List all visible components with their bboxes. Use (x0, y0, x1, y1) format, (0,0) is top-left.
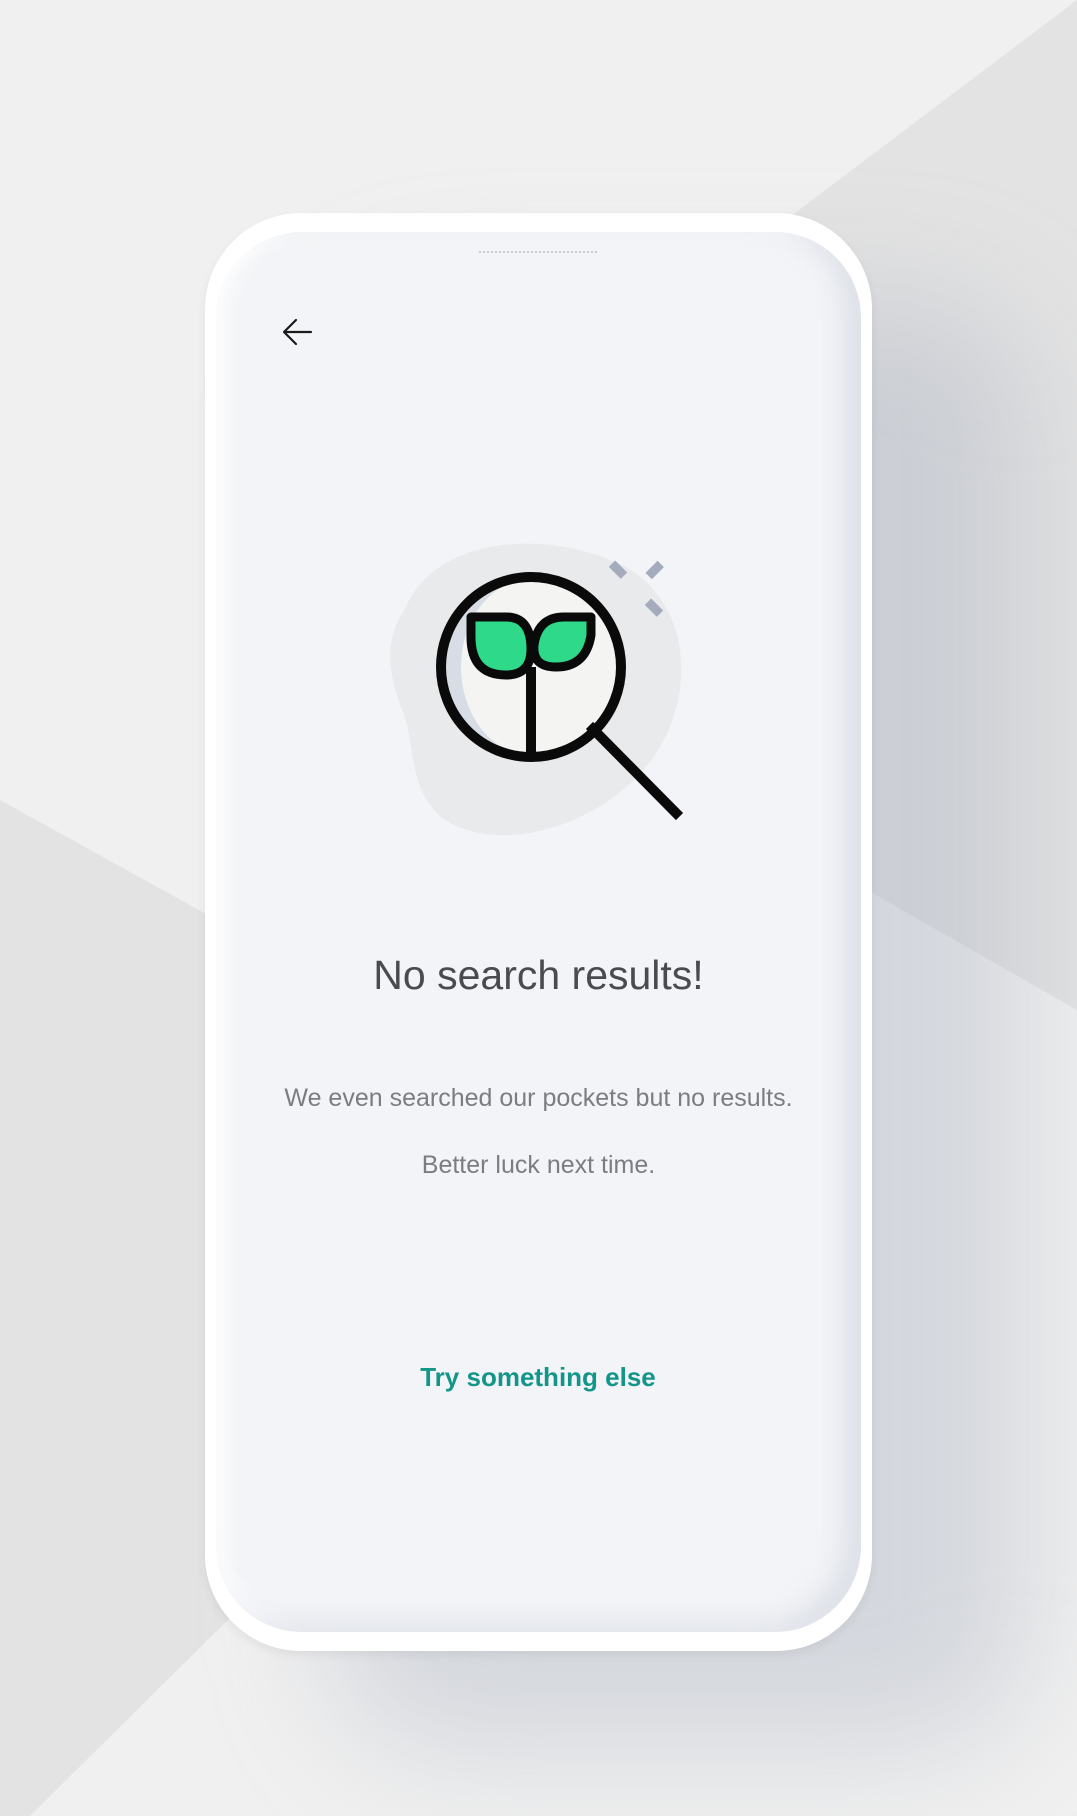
device-speaker (479, 251, 597, 256)
magnifier-sprout-icon (390, 543, 684, 836)
phone-screen: No search results! We even searched our … (216, 232, 861, 1632)
page-title: No search results! (373, 952, 704, 998)
back-button[interactable] (276, 312, 316, 352)
try-something-else-button[interactable]: Try something else (388, 1362, 688, 1393)
empty-submessage: Better luck next time. (421, 1151, 656, 1179)
device-frame: No search results! We even searched our … (205, 213, 872, 1651)
empty-message: We even searched our pockets but no resu… (284, 1084, 793, 1112)
arrow-left-icon (282, 318, 313, 346)
